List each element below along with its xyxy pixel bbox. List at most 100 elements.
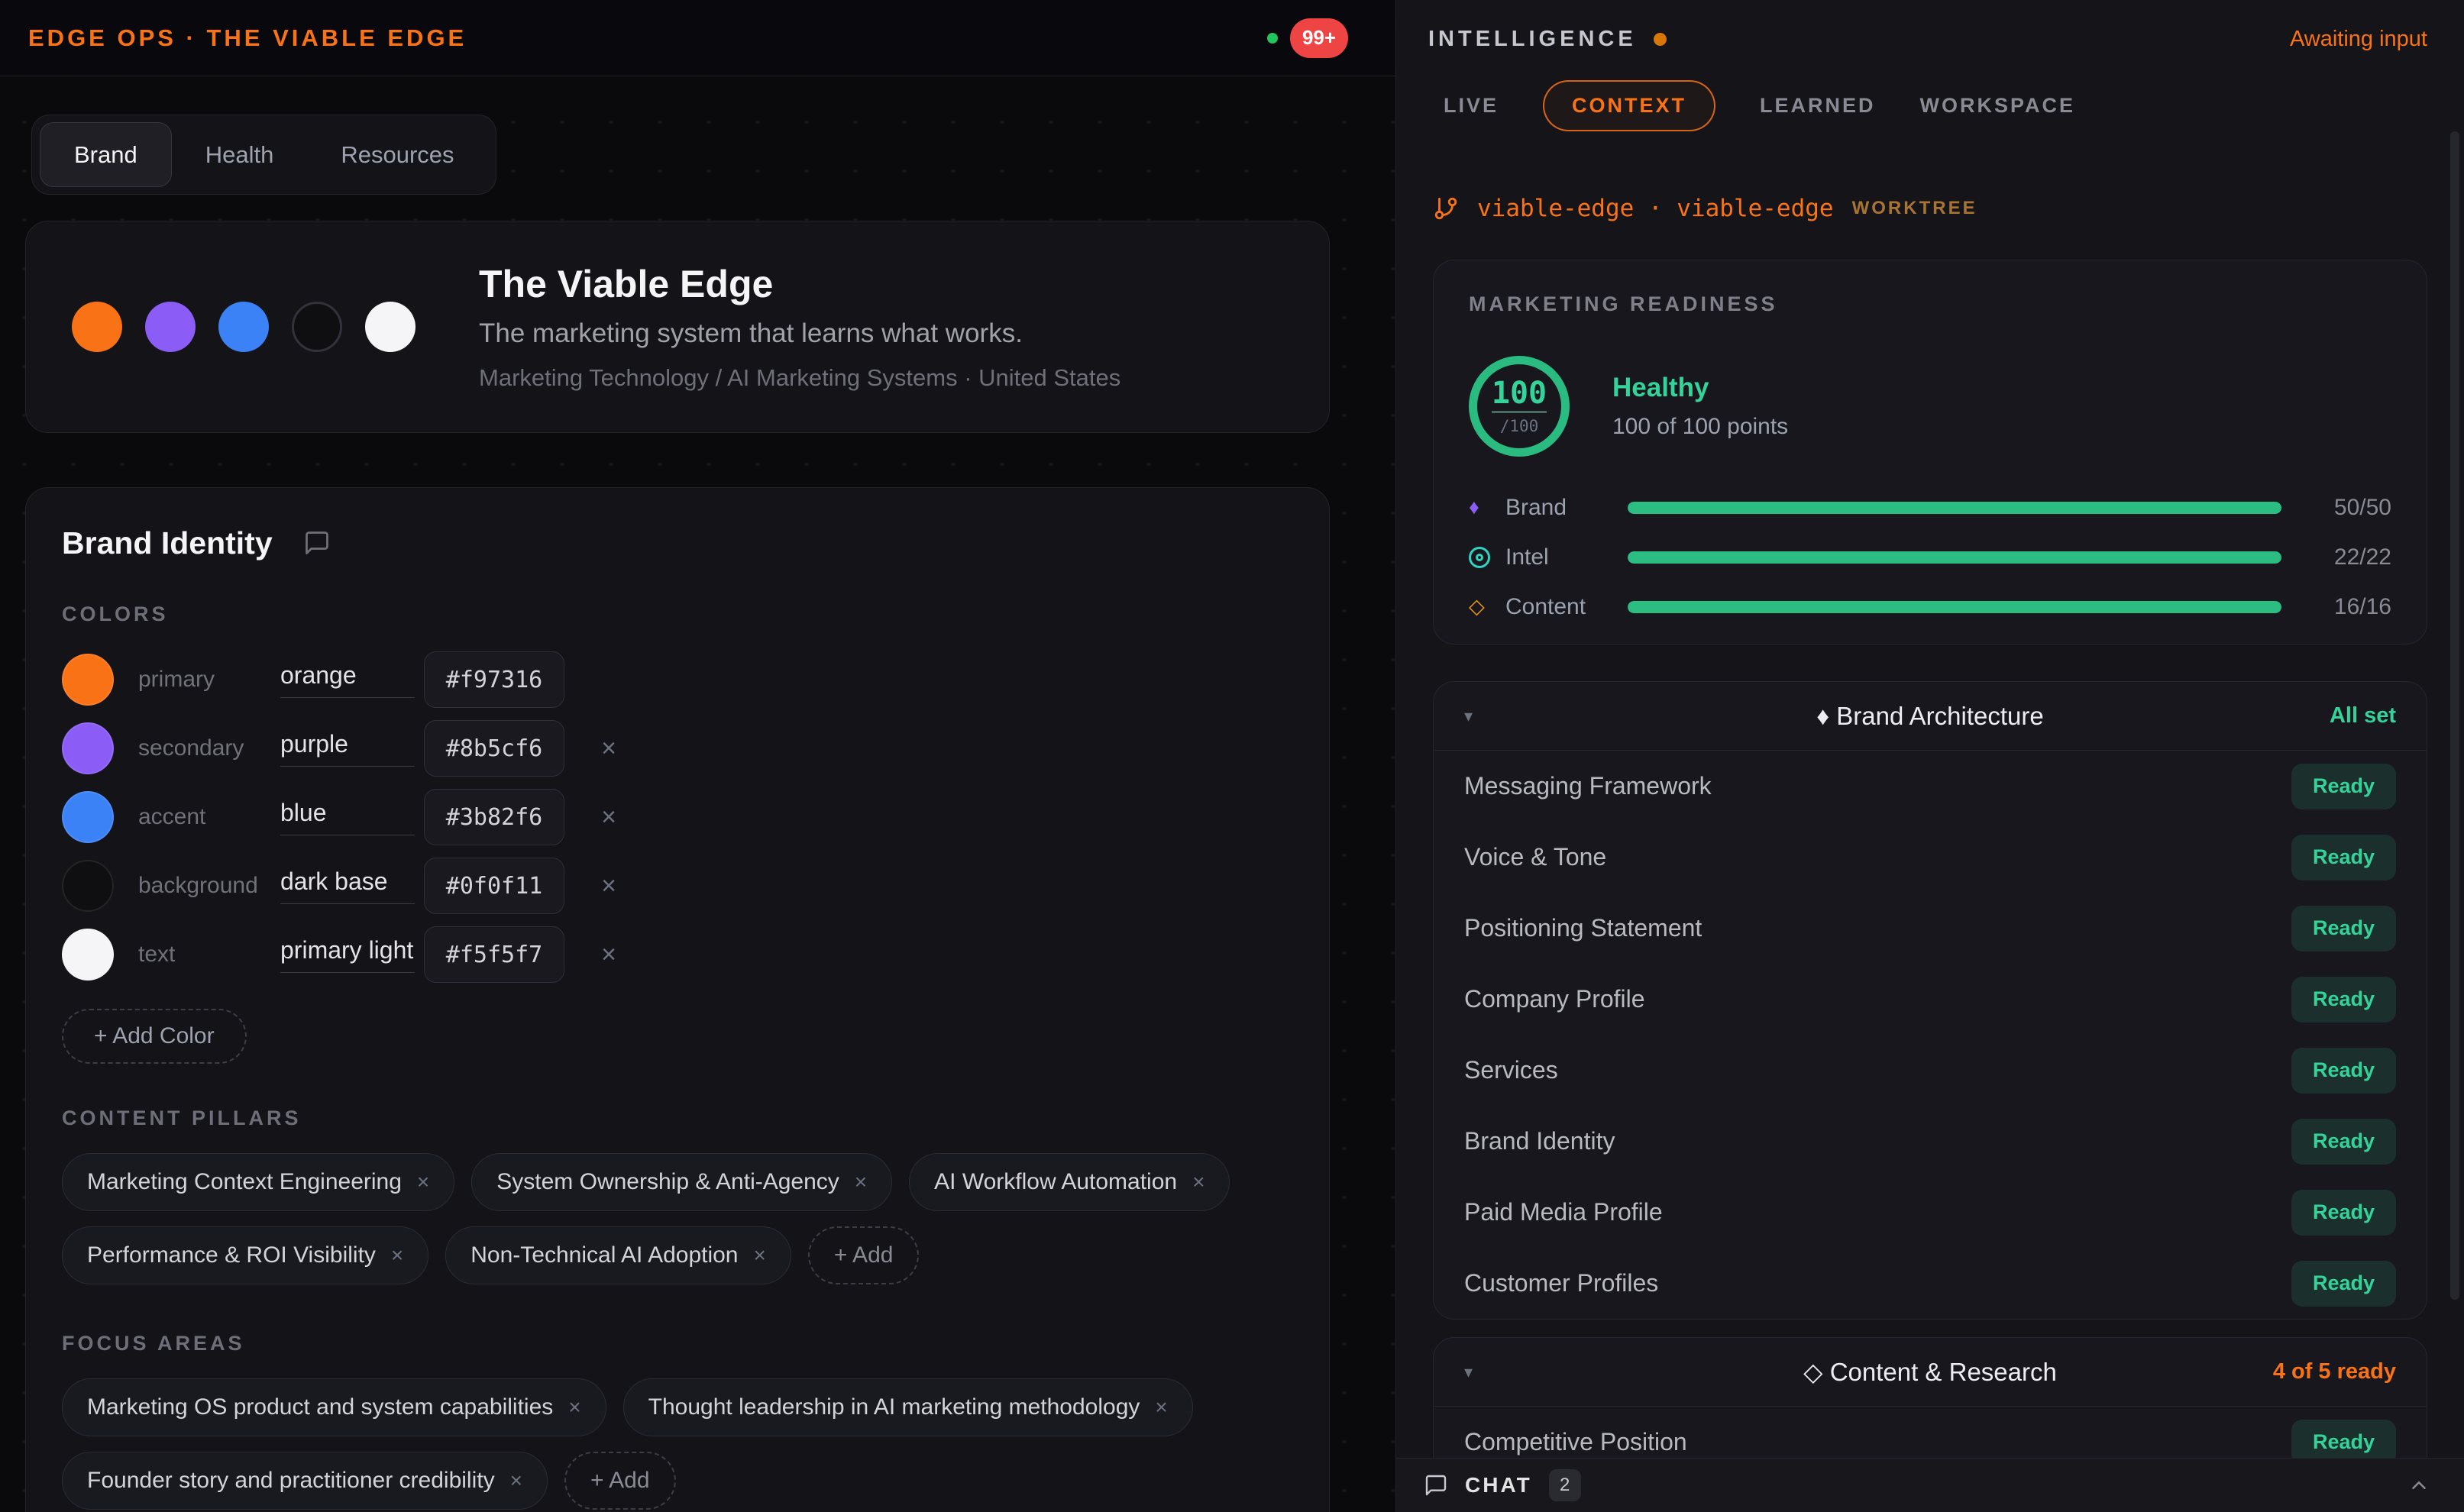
git-branch-icon: [1433, 195, 1459, 221]
status-badge: Ready: [2291, 764, 2396, 809]
tab-resources[interactable]: Resources: [307, 122, 487, 187]
color-name-input[interactable]: orange: [280, 661, 415, 698]
remove-chip-icon[interactable]: ×: [1192, 1170, 1205, 1194]
context-item-name: Messaging Framework: [1464, 772, 1712, 800]
metric-progress-fill: [1628, 551, 2281, 564]
chip-label: Performance & ROI Visibility: [87, 1242, 376, 1268]
tab-health[interactable]: Health: [172, 122, 308, 187]
context-item-name: Voice & Tone: [1464, 843, 1606, 871]
color-role-label: primary: [138, 667, 280, 693]
tab-workspace[interactable]: WORKSPACE: [1920, 94, 2076, 118]
notification-count-badge[interactable]: 99+: [1290, 18, 1348, 58]
context-item-row[interactable]: Customer ProfilesReady: [1434, 1248, 2427, 1319]
remove-color-button[interactable]: ×: [593, 803, 624, 832]
section-header[interactable]: ▾◇ Content & Research4 of 5 ready: [1434, 1338, 2427, 1407]
context-item-row[interactable]: Company ProfileReady: [1434, 964, 2427, 1035]
remove-chip-icon[interactable]: ×: [417, 1170, 429, 1194]
color-hex-input[interactable]: #3b82f6: [424, 789, 564, 845]
intelligence-title: INTELLIGENCE: [1428, 27, 1667, 52]
readiness-metrics: ♦Brand50/50Intel22/22◇Content16/16: [1469, 483, 2391, 632]
worktree-branch-path: viable-edge · viable-edge: [1477, 195, 1834, 222]
section-status-badge: All set: [2330, 703, 2396, 729]
status-badge: Ready: [2291, 1119, 2396, 1165]
color-name-input[interactable]: dark base: [280, 867, 415, 904]
chat-unread-badge: 2: [1549, 1469, 1581, 1501]
marketing-readiness-card: MARKETING READINESS 100 /100 Healthy 100…: [1433, 260, 2427, 645]
section-title: ♦ Brand Architecture: [1434, 702, 2427, 731]
context-item-name: Positioning Statement: [1464, 914, 1702, 942]
color-name-input[interactable]: purple: [280, 730, 415, 767]
color-swatch[interactable]: [62, 722, 114, 774]
chip-label: Marketing Context Engineering: [87, 1169, 402, 1195]
color-hex-input[interactable]: #f5f5f7: [424, 926, 564, 983]
color-list: primaryorange#f97316 secondarypurple#8b5c…: [62, 645, 1293, 989]
remove-chip-icon[interactable]: ×: [391, 1243, 403, 1268]
readiness-status: Healthy: [1612, 373, 1788, 403]
color-role-label: secondary: [138, 735, 280, 761]
color-hex-input[interactable]: #f97316: [424, 651, 564, 708]
scrollbar-thumb[interactable]: [2450, 131, 2459, 1300]
context-item-row[interactable]: Voice & Tone Ready: [1434, 822, 2427, 893]
color-swatch[interactable]: [62, 860, 114, 912]
worktree-tag: WORKTREE: [1852, 198, 1977, 219]
pillar-chip[interactable]: Performance & ROI Visibility ×: [62, 1226, 428, 1284]
tab-context[interactable]: CONTEXT: [1543, 80, 1715, 131]
focus-chip[interactable]: Founder story and practitioner credibili…: [62, 1452, 548, 1510]
chat-bar[interactable]: CHAT 2: [1396, 1458, 2464, 1512]
color-name-input[interactable]: blue: [280, 799, 415, 835]
brand-color-swatch: [218, 302, 269, 352]
color-row: accentblue#3b82f6×: [62, 783, 1293, 851]
tab-brand[interactable]: Brand: [40, 122, 172, 187]
brand-color-swatch: [72, 302, 122, 352]
readiness-score: 100: [1492, 378, 1547, 413]
context-item-name: Company Profile: [1464, 985, 1645, 1013]
remove-chip-icon[interactable]: ×: [754, 1243, 766, 1268]
remove-color-button[interactable]: ×: [593, 734, 624, 764]
add-pillar-button[interactable]: + Add: [808, 1226, 920, 1284]
focus-chip[interactable]: Marketing OS product and system capabili…: [62, 1378, 606, 1436]
section-header[interactable]: ▾♦ Brand ArchitectureAll set: [1434, 682, 2427, 751]
remove-color-button[interactable]: ×: [593, 871, 624, 901]
pillar-chip[interactable]: Marketing Context Engineering ×: [62, 1153, 454, 1211]
pillar-chip[interactable]: Non-Technical AI Adoption ×: [445, 1226, 791, 1284]
brand-color-swatch: [292, 302, 342, 352]
context-item-row[interactable]: Positioning Statement Ready: [1434, 893, 2427, 964]
metric-name: Brand: [1505, 495, 1612, 521]
color-swatch[interactable]: [62, 929, 114, 981]
add-focus-button[interactable]: + Add: [564, 1452, 676, 1510]
context-item-row[interactable]: Paid Media ProfileReady: [1434, 1177, 2427, 1248]
chip-label: Founder story and practitioner credibili…: [87, 1468, 495, 1494]
remove-color-button[interactable]: ×: [593, 940, 624, 970]
status-badge: Ready: [2291, 1048, 2396, 1094]
status-badge: Ready: [2291, 835, 2396, 880]
color-swatch[interactable]: [62, 791, 114, 843]
collapse-icon[interactable]: ▾: [1464, 1362, 1473, 1382]
comment-icon[interactable]: [303, 529, 331, 557]
pillar-chip[interactable]: AI Workflow Automation×: [909, 1153, 1230, 1211]
context-item-row[interactable]: Messaging Framework Ready: [1434, 751, 2427, 822]
color-name-input[interactable]: primary light: [280, 936, 415, 973]
color-swatch[interactable]: [62, 654, 114, 706]
brand-color-swatch: [145, 302, 196, 352]
status-badge: Ready: [2291, 906, 2396, 951]
remove-chip-icon[interactable]: ×: [855, 1170, 867, 1194]
collapse-icon[interactable]: ▾: [1464, 706, 1473, 726]
chip-label: Non-Technical AI Adoption: [470, 1242, 738, 1268]
color-hex-input[interactable]: #0f0f11: [424, 858, 564, 914]
color-hex-input[interactable]: #8b5cf6: [424, 720, 564, 777]
remove-chip-icon[interactable]: ×: [510, 1468, 522, 1493]
remove-chip-icon[interactable]: ×: [1155, 1395, 1167, 1420]
metric-value: 16/16: [2301, 594, 2391, 620]
tab-live[interactable]: LIVE: [1444, 94, 1499, 118]
context-item-row[interactable]: ServicesReady: [1434, 1035, 2427, 1106]
pillar-chip[interactable]: System Ownership & Anti-Agency×: [471, 1153, 892, 1211]
color-role-label: text: [138, 942, 280, 968]
tab-learned[interactable]: LEARNED: [1760, 94, 1876, 118]
context-item-name: Competitive Position: [1464, 1428, 1687, 1456]
focus-chip[interactable]: Thought leadership in AI marketing metho…: [623, 1378, 1193, 1436]
add-color-button[interactable]: + Add Color: [62, 1009, 247, 1064]
chevron-up-icon[interactable]: [2407, 1474, 2430, 1497]
readiness-metric: Intel22/22: [1469, 532, 2391, 582]
remove-chip-icon[interactable]: ×: [568, 1395, 580, 1420]
context-item-row[interactable]: Brand IdentityReady: [1434, 1106, 2427, 1177]
